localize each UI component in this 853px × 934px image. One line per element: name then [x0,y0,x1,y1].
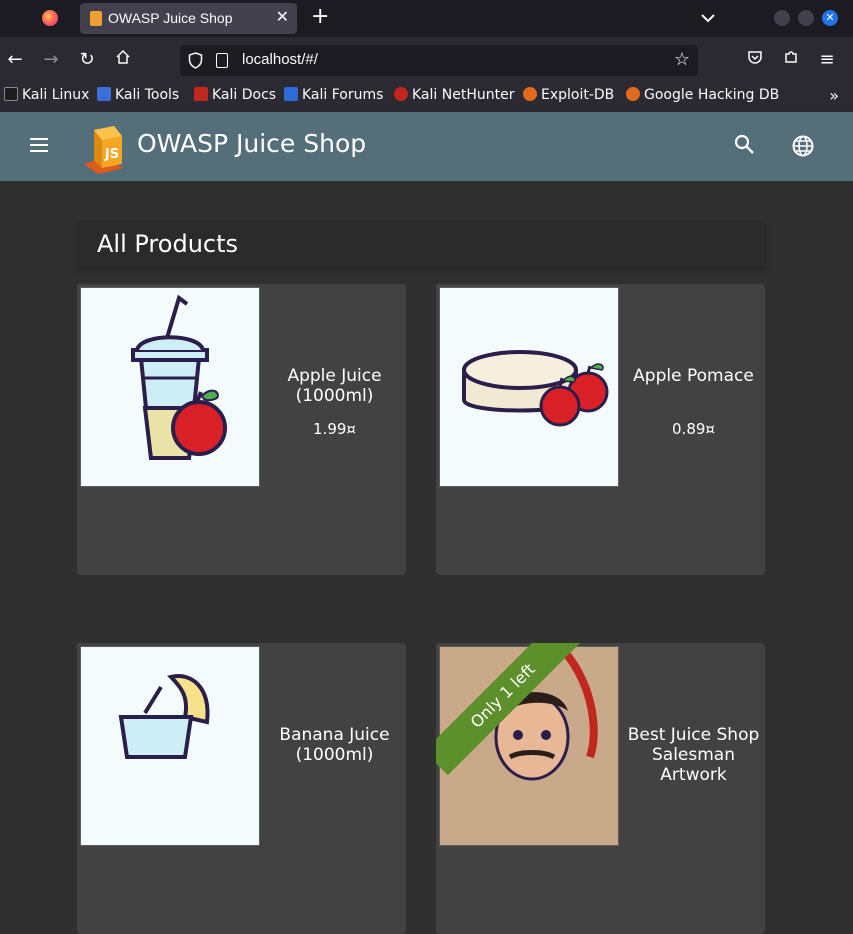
list-all-tabs-icon[interactable] [700,8,716,27]
reload-icon[interactable]: ↻ [76,49,98,71]
shield-icon[interactable] [188,52,203,69]
pocket-icon[interactable] [744,49,766,71]
browser-tab-bar: OWASP Juice Shop ✕ + ✕ [0,0,853,37]
juice-shop-logo-icon[interactable]: JS [80,118,128,174]
product-info[interactable]: Best Juice Shop Salesman Artwork [622,643,765,849]
app-menu-icon[interactable]: ≡ [816,49,838,71]
product-name: Apple Pomace [633,366,754,386]
tab-title: OWASP Juice Shop [108,10,233,26]
new-tab-button[interactable]: + [311,4,329,29]
app-title[interactable]: OWASP Juice Shop [137,129,366,158]
product-image-apple-pomace[interactable] [436,284,622,490]
bookmark-star-icon[interactable]: ☆ [674,49,690,70]
maximize-button[interactable] [798,10,814,26]
forward-icon[interactable]: → [40,49,62,71]
product-card-apple-juice[interactable]: Apple Juice (1000ml) 1.99¤ [77,284,406,575]
tab-close-icon[interactable]: ✕ [276,7,289,26]
bookmark-exploit-db[interactable]: Exploit-DB [523,87,614,103]
menu-icon[interactable] [30,138,48,152]
url-bar[interactable]: localhost/#/ ☆ [180,45,698,76]
product-info[interactable]: Banana Juice (1000ml) [263,643,406,849]
svg-text:JS: JS [104,147,119,162]
product-image-banana-juice[interactable] [77,643,263,849]
minimize-button[interactable] [774,10,790,26]
bookmark-kali-docs[interactable]: Kali Docs [194,87,276,103]
product-price: 1.99¤ [313,420,356,438]
browser-tab-active[interactable]: OWASP Juice Shop ✕ [80,3,297,34]
page-title: All Products [97,230,239,258]
bookmark-kali-linux[interactable]: Kali Linux [4,87,89,103]
product-name: Apple Juice (1000ml) [287,366,382,406]
kali-nethunter-icon [394,87,408,101]
home-icon[interactable] [112,49,134,71]
window-close-button[interactable]: ✕ [822,10,838,26]
kali-tools-icon [97,87,111,101]
bookmarks-bar: Kali Linux Kali Tools Kali Docs Kali For… [0,83,853,112]
product-card-banana-juice[interactable]: Banana Juice (1000ml) [77,643,406,934]
exploit-db-icon [523,87,537,101]
product-card-apple-pomace[interactable]: Apple Pomace 0.89¤ [436,284,765,575]
main-content: All Products Apple Juice (1000ml) 1.99¤ [0,181,853,934]
juice-shop-favicon-icon [90,11,102,26]
bookmark-kali-tools[interactable]: Kali Tools [97,87,179,103]
product-name: Best Juice Shop Salesman Artwork [627,725,760,785]
app-toolbar: JS OWASP Juice Shop [0,112,853,181]
url-text[interactable]: localhost/#/ [242,51,318,68]
page-icon [216,53,228,68]
products-heading-card: All Products [77,221,765,267]
extensions-icon[interactable] [780,49,802,71]
google-hacking-db-icon [626,87,640,101]
product-info[interactable]: Apple Pomace 0.89¤ [622,284,765,490]
product-card-best-juice-shop-salesman[interactable]: Only 1 left Best Juice Shop Salesman Art… [436,643,765,934]
kali-dragon-icon [4,87,18,101]
language-icon[interactable] [791,134,815,158]
bookmark-kali-nethunter[interactable]: Kali NetHunter [394,87,514,103]
navigation-toolbar: ← → ↻ localhost/#/ ☆ ≡ [0,37,853,83]
bookmark-google-hacking-db[interactable]: Google Hacking DB [626,87,779,103]
product-price: 0.89¤ [672,420,715,438]
kali-docs-icon [194,87,208,101]
product-name: Banana Juice (1000ml) [279,725,390,765]
bookmark-kali-forums[interactable]: Kali Forums [284,87,383,103]
search-icon[interactable] [734,134,756,156]
firefox-icon[interactable] [42,10,58,26]
more-bookmarks-icon[interactable]: » [829,86,839,105]
product-image-apple-juice[interactable] [77,284,263,490]
product-info[interactable]: Apple Juice (1000ml) 1.99¤ [263,284,406,490]
back-icon[interactable]: ← [4,49,26,71]
kali-forums-icon [284,87,298,101]
